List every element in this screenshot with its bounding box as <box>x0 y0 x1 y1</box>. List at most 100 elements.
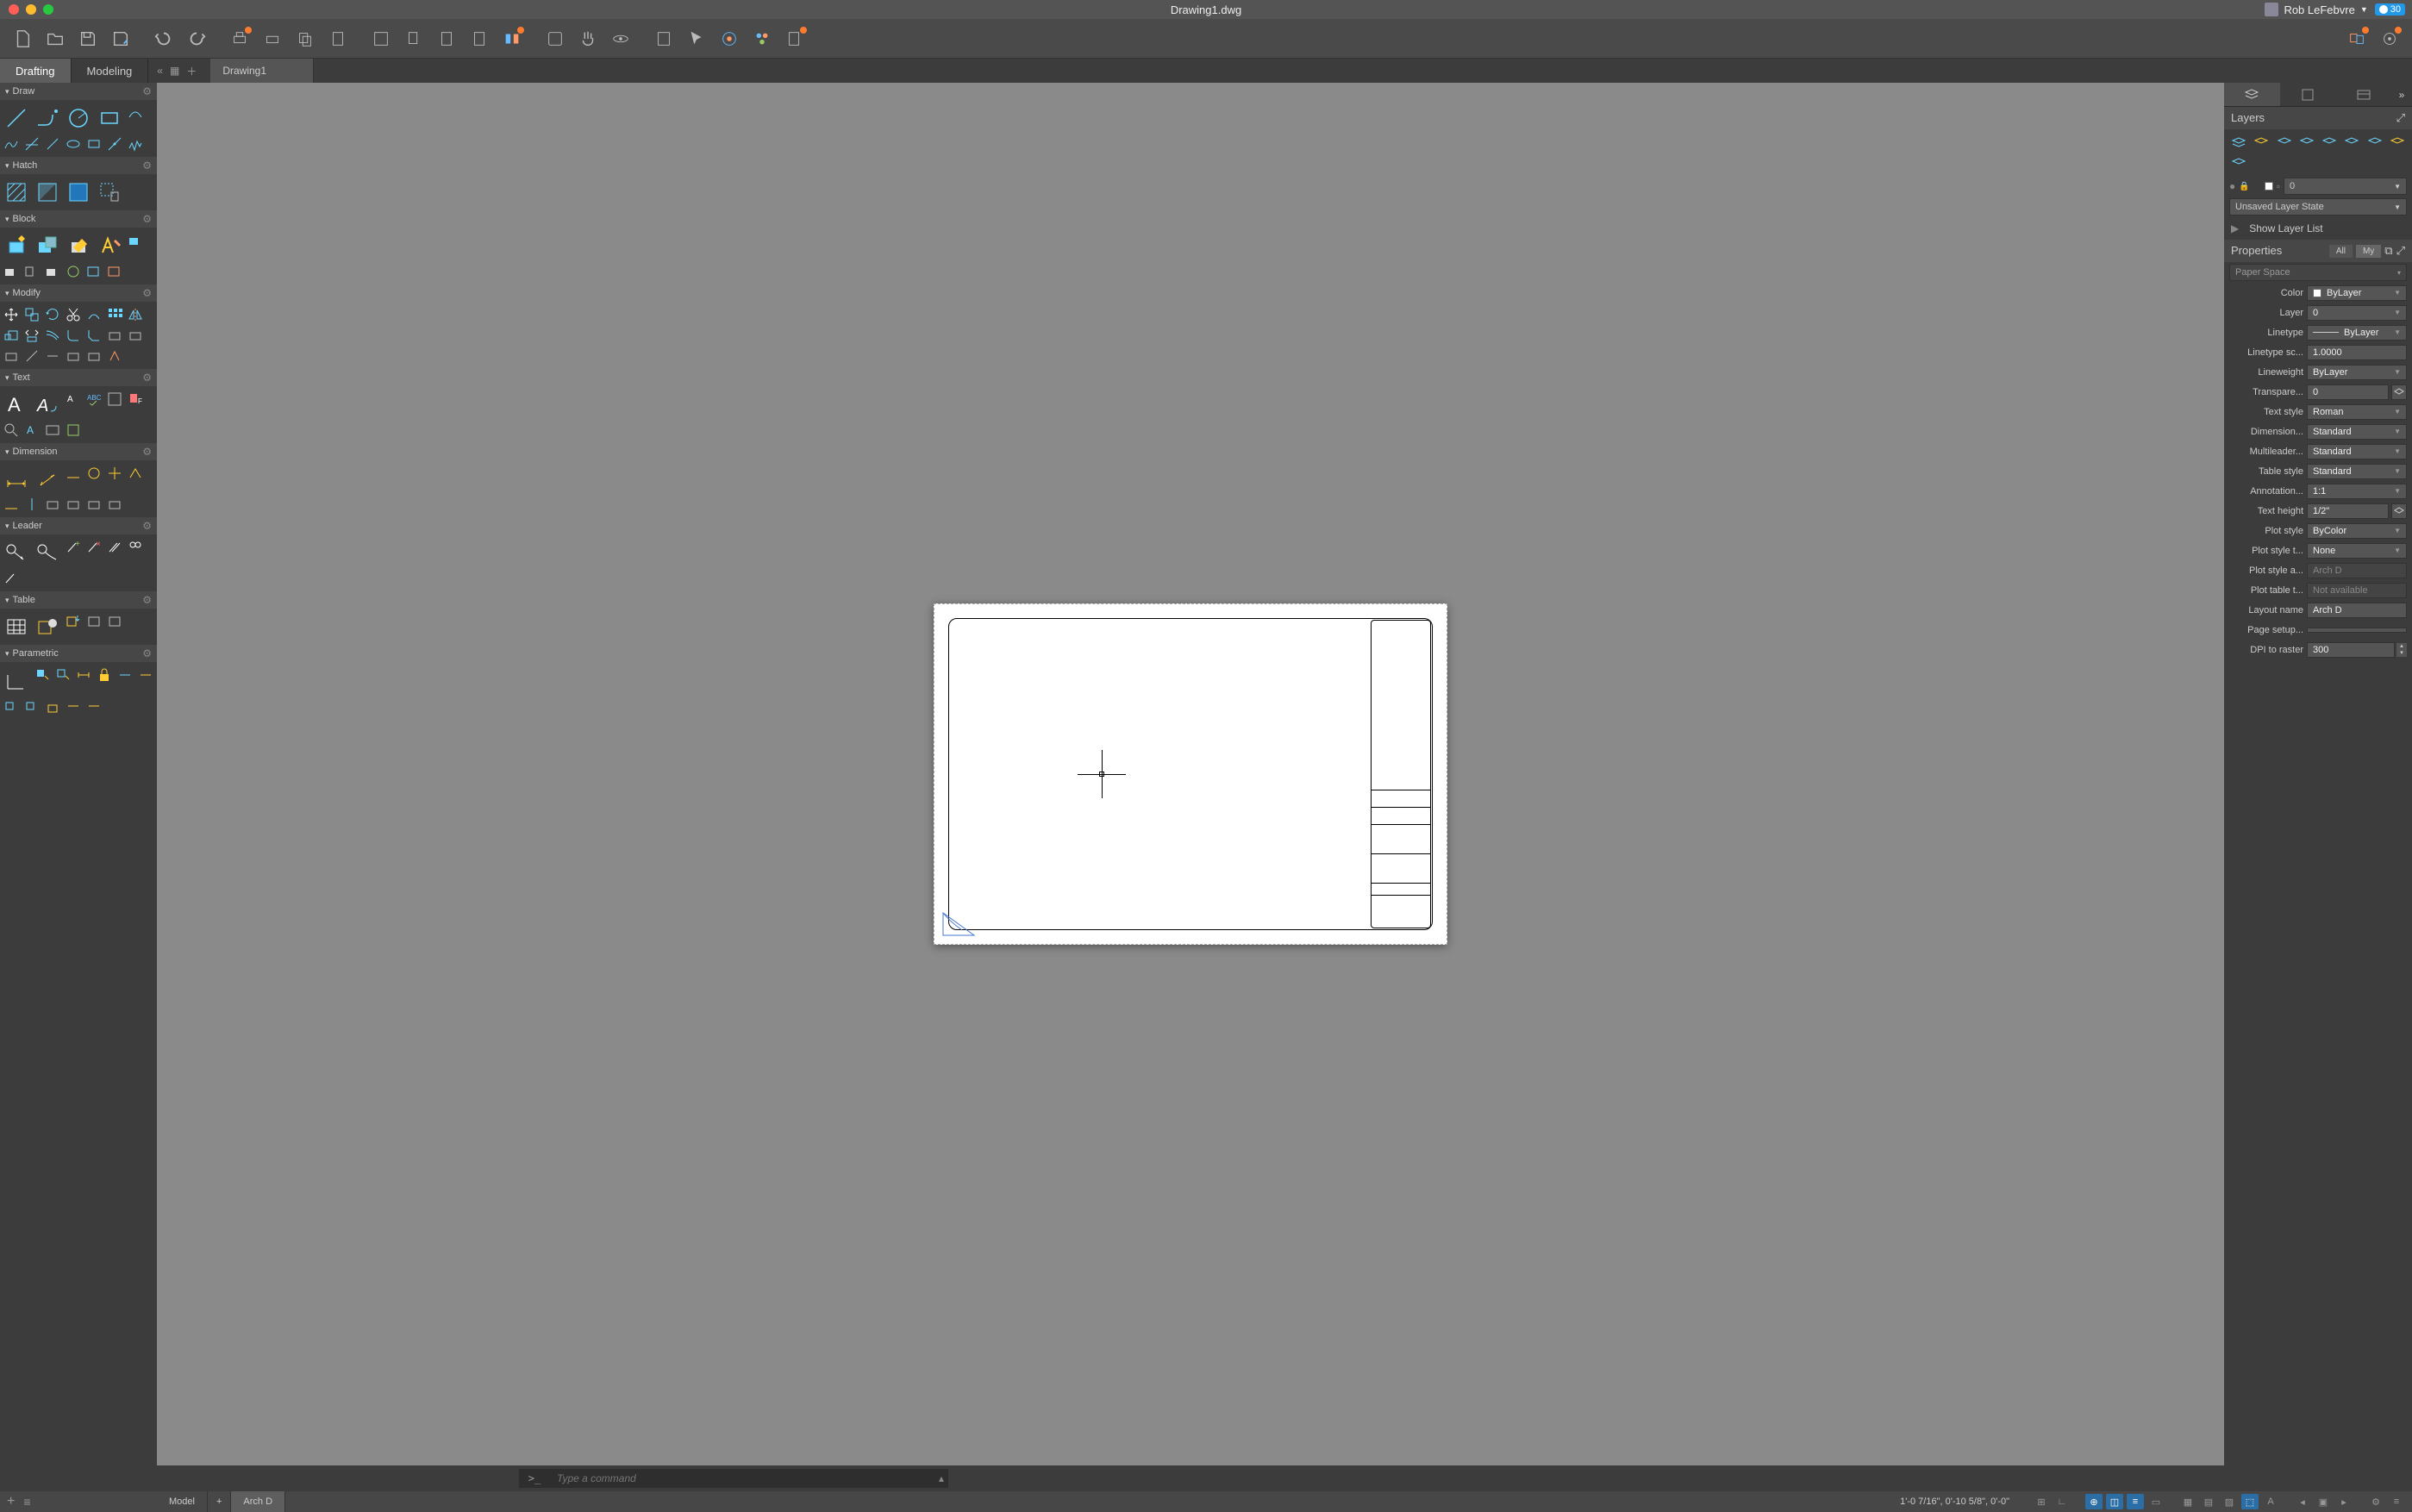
gear-icon[interactable]: ⚙ <box>142 372 152 384</box>
text-tool[interactable]: A <box>33 390 62 419</box>
lock-icon[interactable]: 🔒 <box>2239 182 2249 191</box>
view-grid-icon[interactable]: ▦ <box>170 65 179 77</box>
dim-tool-8[interactable] <box>64 495 83 514</box>
match-props-button[interactable] <box>502 28 522 49</box>
palette-header-draw[interactable]: ▾Draw⚙ <box>0 83 157 100</box>
open-file-button[interactable] <box>45 28 66 49</box>
xref-button[interactable] <box>2346 28 2367 49</box>
properties-toggle-button[interactable] <box>653 28 674 49</box>
more-panels-icon[interactable]: » <box>2391 83 2412 106</box>
modify-8[interactable] <box>105 347 124 366</box>
visibility-icon[interactable]: ● <box>2229 180 2235 192</box>
layer-0-icon[interactable]: ▫ <box>2277 180 2280 192</box>
window-minimize-icon[interactable] <box>26 4 36 15</box>
helix-tool[interactable] <box>126 134 145 153</box>
param-tool-7[interactable] <box>2 697 21 715</box>
param-tool-1[interactable] <box>33 665 52 684</box>
layout-tab-archd[interactable]: Arch D <box>231 1491 285 1512</box>
cut-clip-button[interactable] <box>371 28 391 49</box>
boundary-tool[interactable] <box>95 178 124 207</box>
trial-badge[interactable]: 30 <box>2375 3 2405 16</box>
palette-header-leader[interactable]: ▾Leader⚙ <box>0 517 157 534</box>
text-style-tool[interactable]: A <box>22 421 41 440</box>
download-link-tool[interactable] <box>64 612 83 631</box>
extend-tool[interactable] <box>84 305 103 324</box>
property-value[interactable]: ByLayer▼ <box>2307 325 2407 341</box>
property-value[interactable]: ByLayer▼ <box>2307 285 2407 301</box>
user-menu[interactable]: Rob LeFebvre ▼ <box>2265 3 2367 16</box>
dim-tool-3[interactable] <box>105 464 124 483</box>
modify-3[interactable] <box>2 347 21 366</box>
rectangle-tool[interactable] <box>95 103 124 133</box>
block-tool-6[interactable] <box>84 262 103 281</box>
aligned-dim-tool[interactable] <box>33 464 62 493</box>
options-button[interactable] <box>2379 28 2400 49</box>
property-value[interactable]: Roman▼ <box>2307 404 2407 420</box>
block-tool-4[interactable] <box>43 262 62 281</box>
linear-dim-tool[interactable] <box>2 464 31 493</box>
layer-icon[interactable] <box>2231 134 2246 150</box>
add-panel-icon[interactable]: + <box>7 1494 15 1509</box>
property-extra-button[interactable] <box>2391 503 2407 519</box>
param-tool-2[interactable] <box>53 665 72 684</box>
panel-menu-icon[interactable]: ≡ <box>23 1495 30 1509</box>
document-tab[interactable]: Drawing1 <box>210 59 314 83</box>
param-tool-8[interactable] <box>22 697 41 715</box>
modify-1[interactable] <box>105 326 124 345</box>
annotation-toggle[interactable]: A <box>2262 1494 2279 1509</box>
copy-clip-button[interactable] <box>403 28 424 49</box>
ellipse-tool[interactable] <box>64 134 83 153</box>
stretch-tool[interactable] <box>22 326 41 345</box>
property-value[interactable]: ByColor▼ <box>2307 523 2407 539</box>
layer-state-select[interactable]: Unsaved Layer State▼ <box>2229 198 2407 216</box>
trim-tool[interactable] <box>64 305 83 324</box>
dim-tool-1[interactable] <box>64 464 83 483</box>
copy-button[interactable] <box>295 28 316 49</box>
solid-fill-tool[interactable] <box>64 178 93 207</box>
define-attr-tool[interactable] <box>95 231 124 260</box>
data-link-tool[interactable] <box>33 612 62 641</box>
spinner-buttons[interactable]: ▴▾ <box>2396 643 2407 657</box>
selection-type-select[interactable]: Paper Space▾ <box>2229 264 2407 281</box>
layer-thaw-icon[interactable] <box>2299 134 2315 150</box>
property-value[interactable]: 1:1▼ <box>2307 484 2407 499</box>
table-tool[interactable] <box>2 612 31 641</box>
param-tool-5[interactable] <box>116 665 134 684</box>
ray-tool[interactable] <box>43 134 62 153</box>
property-value[interactable]: 1/2" <box>2307 503 2389 519</box>
pick-icon[interactable]: ⧉ <box>2384 244 2392 258</box>
paste-clip-button[interactable] <box>436 28 457 49</box>
expand-triangle-icon[interactable]: ▶ <box>2231 222 2239 234</box>
property-value[interactable]: 0▼ <box>2307 305 2407 321</box>
palette-header-block[interactable]: ▾Block⚙ <box>0 210 157 228</box>
line-tool[interactable] <box>2 103 31 133</box>
layer-iso-icon[interactable] <box>2367 134 2383 150</box>
property-value[interactable]: 300 <box>2307 642 2395 658</box>
sheetset-button[interactable] <box>784 28 805 49</box>
text-tool-3[interactable] <box>105 390 124 409</box>
transparency-toggle[interactable]: ▨ <box>2221 1494 2238 1509</box>
workspace-switch-icon[interactable]: ⚙ <box>2367 1494 2384 1509</box>
mirror-tool[interactable] <box>126 305 145 324</box>
command-expand-icon[interactable]: ▴ <box>934 1469 948 1488</box>
paste-special-button[interactable] <box>469 28 490 49</box>
property-value[interactable]: None▼ <box>2307 543 2407 559</box>
print-button[interactable] <box>229 28 250 49</box>
text-tool-1[interactable]: A <box>64 390 83 409</box>
dim-tool-4[interactable] <box>126 464 145 483</box>
save-button[interactable] <box>78 28 98 49</box>
osnap-toggle[interactable]: ◫ <box>2106 1494 2123 1509</box>
block-tool-1[interactable] <box>126 231 145 250</box>
block-tool-3[interactable] <box>22 262 41 281</box>
orbit-button[interactable] <box>610 28 631 49</box>
model-tab[interactable]: Model <box>157 1491 208 1512</box>
gear-icon[interactable]: ⚙ <box>142 287 152 299</box>
geom-constraint-tool[interactable] <box>2 665 31 695</box>
select-tool-button[interactable] <box>686 28 707 49</box>
text-tool-8[interactable] <box>64 421 83 440</box>
extract-data-tool[interactable] <box>84 612 103 631</box>
layer-off-icon[interactable] <box>2253 134 2269 150</box>
otrack-toggle[interactable]: ≡ <box>2127 1494 2144 1509</box>
add-layout-tab[interactable]: + <box>208 1491 231 1512</box>
layer-match-icon[interactable] <box>2231 155 2246 171</box>
